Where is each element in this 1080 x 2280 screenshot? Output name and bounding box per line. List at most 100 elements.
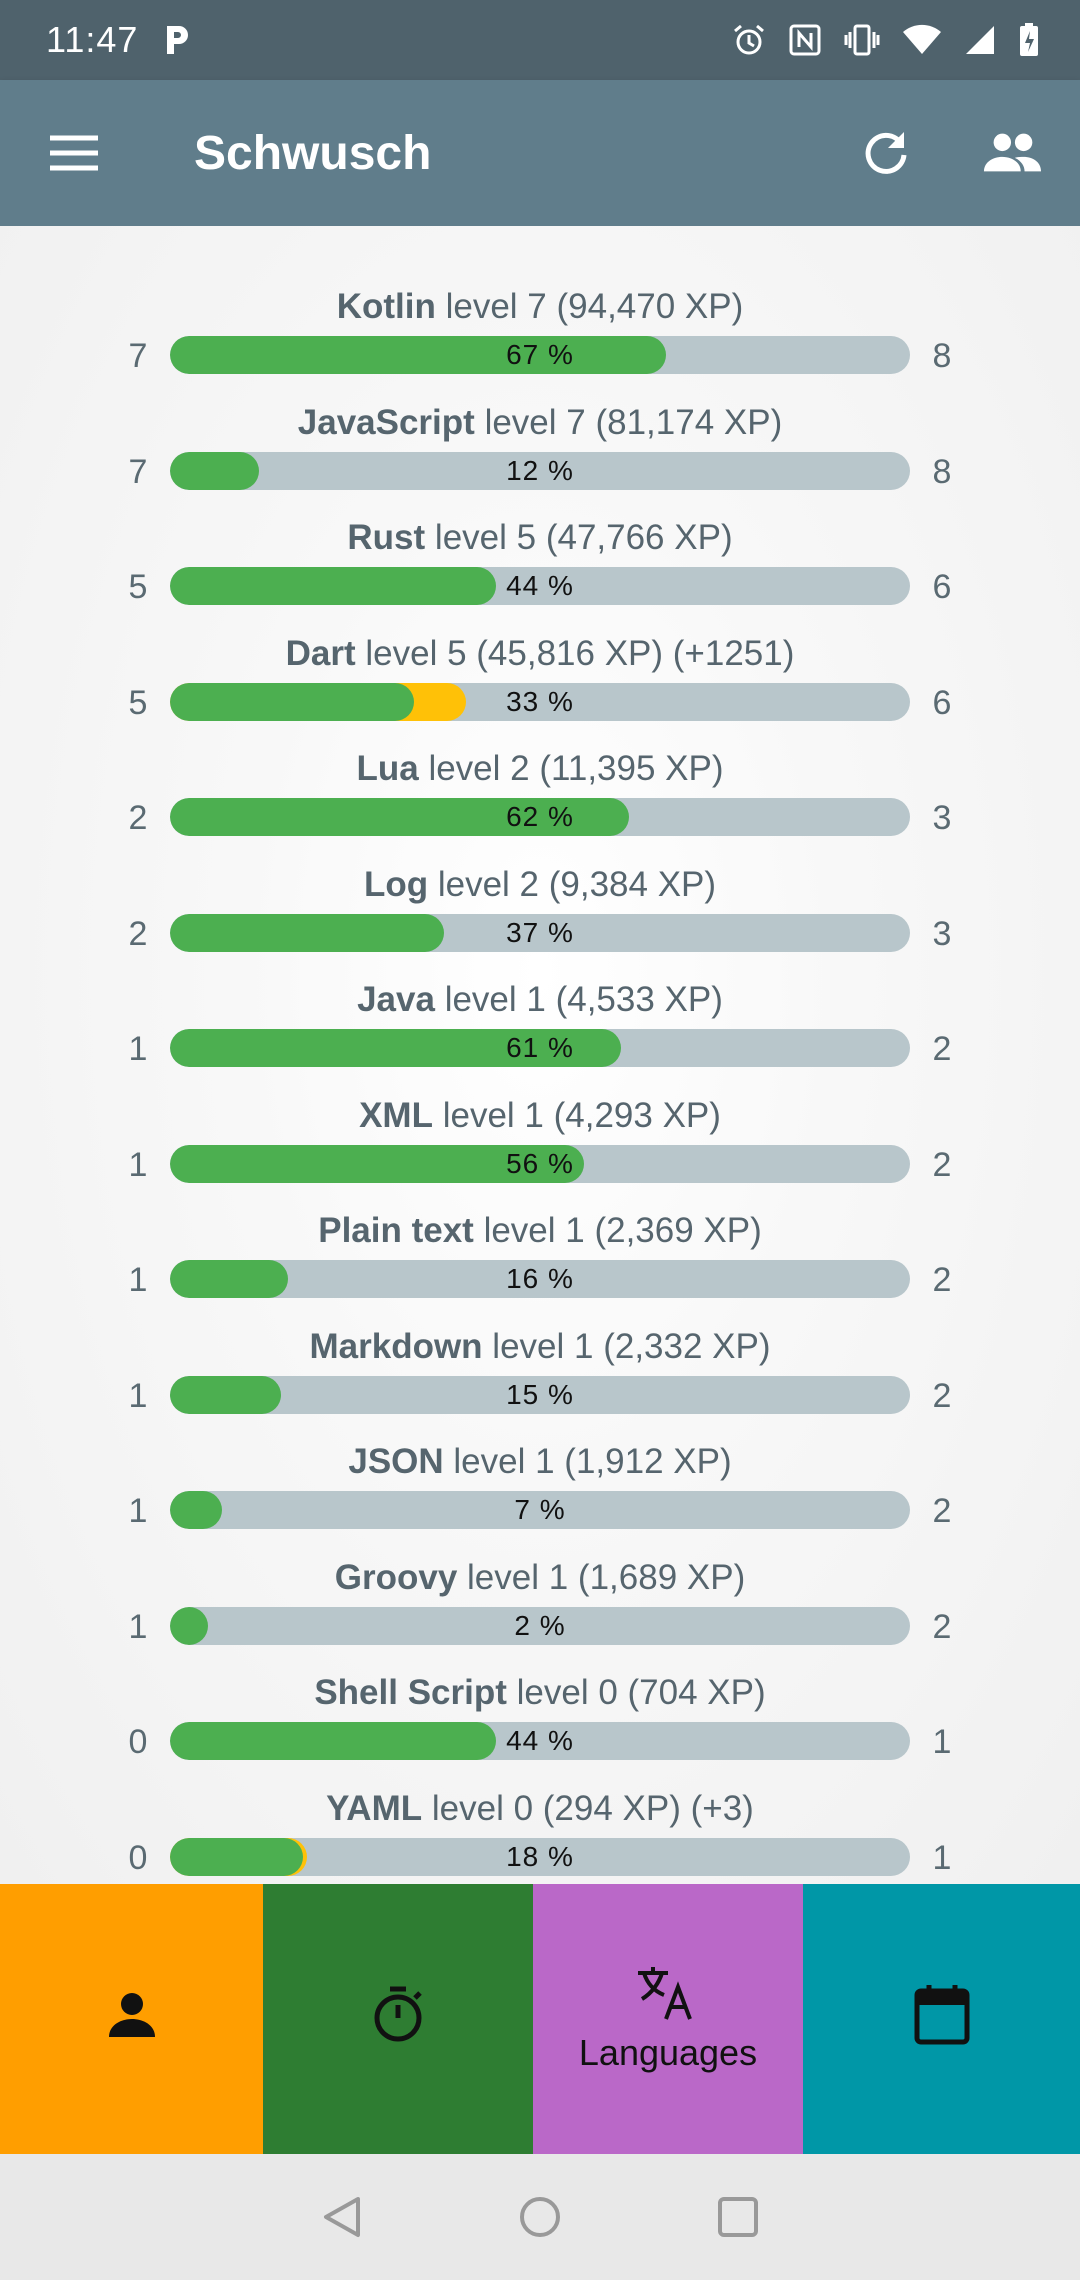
next-level: 2 [932,1030,952,1068]
alarm-icon [732,23,766,57]
refresh-icon[interactable] [856,123,916,183]
language-row: XML level 1 (4,293 XP) 1 56 % 2 [0,1091,1080,1207]
progress-percent-label: 37 % [506,916,574,948]
current-level: 1 [128,1030,148,1068]
language-title: Plain text level 1 (2,369 XP) [0,1206,1080,1256]
progress-percent-label: 16 % [506,1263,574,1294]
translate-icon [636,1965,700,2026]
next-level: 2 [932,1261,952,1299]
language-row: Rust level 5 (47,766 XP) 5 44 % 6 [0,513,1080,629]
language-name: YAML [326,1788,423,1828]
system-navigation-bar [0,2154,1080,2280]
language-detail: level 1 (2,369 XP) [483,1211,762,1250]
language-title: Java level 1 (4,533 XP) [0,975,1080,1025]
level-progress-bar: 56 % [170,1144,910,1183]
language-detail: level 7 (94,470 XP) [445,287,744,326]
current-level: 7 [128,337,148,375]
next-level: 8 [932,337,952,375]
status-time: 11:47 [46,19,139,60]
nav-tab-timer[interactable] [263,1884,533,2154]
language-name: XML [359,1095,433,1135]
next-level: 2 [932,1607,952,1646]
people-icon[interactable] [982,123,1042,183]
nfc-icon [788,23,822,57]
level-progress-bar: 61 % [170,1029,910,1067]
language-title: JavaScript level 7 (81,174 XP) [0,398,1080,448]
language-row: Dart level 5 (45,816 XP) (+1251) 5 33 % 6 [0,629,1080,745]
nav-tab-profile[interactable] [0,1884,263,2154]
language-name: Markdown [309,1326,483,1366]
next-level: 1 [932,1838,952,1877]
nav-tab-languages[interactable]: Languages [533,1884,803,2154]
level-progress-row: 2 62 % 3 [0,794,1080,842]
language-row: Plain text level 1 (2,369 XP) 1 16 % 2 [0,1206,1080,1322]
language-title: Lua level 2 (11,395 XP) [0,744,1080,794]
current-level: 1 [128,1261,148,1299]
language-title: Groovy level 1 (1,689 XP) [0,1553,1080,1603]
language-name: Java [357,980,435,1019]
language-detail: level 7 (81,174 XP) [484,402,783,442]
next-level: 6 [932,568,952,606]
language-row: Shell Script level 0 (704 XP) 0 44 % 1 [0,1668,1080,1784]
level-progress-bar: 2 % [170,1606,910,1645]
next-level: 3 [932,914,952,953]
language-detail: level 5 (45,816 XP) (+1251) [365,633,795,673]
home-icon[interactable] [516,2193,564,2241]
app-bar: Schwusch [0,80,1080,226]
language-detail: level 2 (9,384 XP) [437,864,717,904]
language-title: Markdown level 1 (2,332 XP) [0,1322,1080,1372]
language-name: Groovy [334,1557,458,1597]
level-progress-bar: 37 % [170,913,910,952]
language-row: Java level 1 (4,533 XP) 1 61 % 2 [0,975,1080,1091]
language-detail: level 1 (1,689 XP) [467,1557,746,1597]
languages-list-container[interactable]: Kotlin level 7 (94,470 XP) 7 67 % 8 JavaScri… [0,226,1080,1884]
language-name: Log [363,864,429,904]
language-name: Rust [347,518,426,557]
stopwatch-icon [371,1986,425,2047]
language-detail: level 2 (11,395 XP) [428,749,724,788]
language-name: Dart [285,633,356,673]
progress-percent-label: 67 % [506,339,574,370]
level-progress-bar: 62 % [170,798,910,836]
current-level: 7 [128,452,148,491]
level-progress-row: 1 61 % 2 [0,1025,1080,1073]
language-row: Groovy level 1 (1,689 XP) 1 2 % 2 [0,1553,1080,1669]
recents-icon[interactable] [714,2193,762,2241]
current-level: 5 [128,683,148,722]
language-title: Rust level 5 (47,766 XP) [0,513,1080,563]
wifi-icon [902,24,942,56]
level-progress-bar: 15 % [170,1375,910,1414]
language-title: JSON level 1 (1,912 XP) [0,1437,1080,1487]
bottom-navigation: Languages [0,1884,1080,2154]
level-progress-row: 1 15 % 2 [0,1372,1080,1420]
next-level: 2 [932,1492,952,1530]
language-row: Lua level 2 (11,395 XP) 2 62 % 3 [0,744,1080,860]
language-detail: level 1 (2,332 XP) [492,1326,771,1366]
level-progress-row: 1 2 % 2 [0,1603,1080,1651]
language-name: Kotlin [336,287,436,326]
progress-percent-label: 44 % [506,1725,574,1756]
progress-percent-label: 62 % [506,801,574,832]
level-progress-bar: 33 % [170,682,910,721]
battery-charging-icon [1018,22,1040,58]
language-row: Log level 2 (9,384 XP) 2 37 % 3 [0,860,1080,976]
level-progress-bar: 12 % [170,451,910,490]
level-progress-bar: 67 % [170,336,910,374]
level-progress-row: 2 37 % 3 [0,910,1080,958]
back-icon[interactable] [318,2193,366,2241]
menu-icon[interactable] [46,125,102,181]
parking-icon [162,25,192,55]
nav-tab-calendar[interactable] [803,1884,1080,2154]
current-level: 2 [128,799,148,837]
person-icon [107,1989,157,2044]
language-detail: level 0 (704 XP) [516,1673,766,1712]
level-progress-bar: 44 % [170,1722,910,1760]
language-row: YAML level 0 (294 XP) (+3) 0 18 % 1 [0,1784,1080,1885]
language-detail: level 1 (4,293 XP) [442,1095,721,1135]
language-name: Plain text [318,1211,474,1250]
next-level: 3 [932,799,952,837]
current-level: 1 [128,1376,148,1415]
level-progress-bar: 44 % [170,567,910,605]
level-progress-row: 1 7 % 2 [0,1487,1080,1535]
level-progress-bar: 7 % [170,1491,910,1529]
